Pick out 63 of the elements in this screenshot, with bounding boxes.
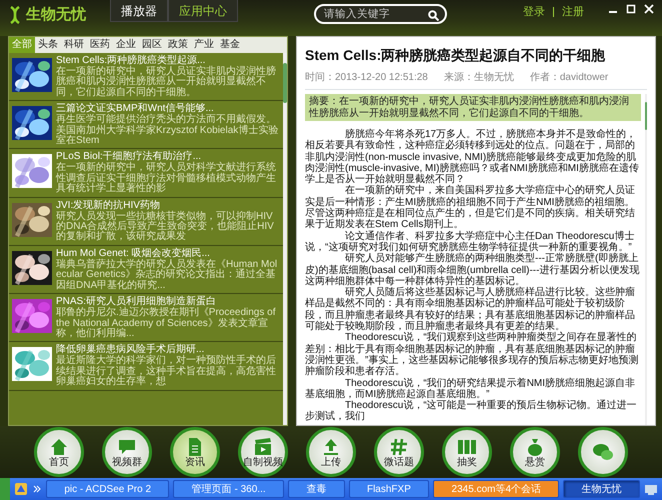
article-paragraph: 研究人员随后将这些基因标记与人膀胱癌样品进行比较。这些肿瘤样品是截然不同的：具有雨伞细胞基因标记的肿瘤样品可能处于较初级阶段，而且肿瘤患者最终具有较好的结果；具有基底细胞基因标记的肿瘤样品可能处于较晚期阶段，而且肿瘤患者最终具有更差的结果。 [305,287,635,332]
dock-button[interactable]: 视频群 [102,427,152,477]
scrollbar[interactable] [283,53,287,425]
account-link[interactable]: 注册 [562,4,584,20]
news-summary: 在一项新的研究中，研究人员证实非肌内浸润性膀胱癌和肌内浸润性膀胱癌从一开始就明显截然不同，它们起源自不同的干细胞。 [56,67,277,98]
app-logo-text: 生物无忧 [26,5,86,25]
article-paragraph: Theodorescu说，“我们的研究结果提示着NMI膀胱癌细胞起源自非基底细胞，而MI膀胱癌起源自基底细胞。” [305,378,636,400]
search-icon[interactable] [428,10,439,21]
maximize-icon[interactable] [626,4,636,14]
news-summary: 瑞典乌普萨拉大学的研究人员发表在《Human Molecular Genetics》杂志的研究论文指出：通过全基因组DNA甲基化的研究... [56,260,278,292]
category-tab[interactable]: 园区 [139,37,165,53]
account-link[interactable]: 登录 [523,4,545,20]
taskbar-item[interactable]: 管理页面 - 360... [173,480,284,498]
category-tab[interactable]: 产业 [191,37,217,53]
article-paragraph: Theodorescu说，“这可能是一种重要的预后生物标记物。通过进一步测试，我们 [305,400,638,423]
chat-icon [592,443,614,461]
article-title: Stem Cells:两种膀胱癌类型起源自不同的干细胞 [305,46,606,65]
hashtag-icon [389,436,409,456]
news-summary: 最近斯隆大学的科学家们，对一种预防性手术的后续结果进行了调查，这种手术旨在提高，高危害性卵巢癌妇女的生存率，想 [56,356,277,388]
chat-button[interactable] [578,427,628,477]
clapper-icon [253,436,273,456]
article-paragraph: 论文通信作者、科罗拉多大学癌症中心主任Dan Theodorescu博士说，“这项研究对我们如何研究膀胱癌生物学特征提供一种新的重要视角。” [305,230,634,253]
dock-button[interactable]: 微话题 [374,427,424,477]
app-launcher-icon[interactable] [14,482,28,496]
article-meta: 来源：生物无忧 [444,70,514,85]
article-paragraph: Theodorescu说，“我们观察到这些两种肿瘤类型之间存在显著性的差别：相比于具有雨伞细胞基因标记的肿瘤，具有基底细胞基因标记的肿瘤浸润性更强。”事实上，这些基因标记能够很多现存的预后标志物更好地预测肿瘤阶段和患者存活。 [305,332,640,378]
news-summary: 研究人员发现一些抗糖核苷类似物，可以抑制HIV的DNA合成然后导致产生致命突变，也能阻止HIV的复制和扩散，该研究成果发 [56,212,275,243]
search-field[interactable]: 请输入关键字 [314,4,447,24]
news-summary: 在一项新的研究中，研究人员对科学文献进行系统性调查后证实干细胞疗法对骨髓移植模式动物产生具有统计学上显著性的影 [56,163,277,195]
dock-button[interactable]: 悬赏 [510,427,560,477]
close-icon[interactable] [644,4,654,14]
home-icon [49,436,69,456]
dock-button[interactable]: 资讯 [170,427,220,477]
taskbar-item[interactable]: pic - ACDSee Pro 2 [46,480,170,498]
upload-icon [321,436,341,456]
dock-button[interactable]: 首页 [34,427,84,477]
news-summary: 再生医学可能提供治疗秃头的方法而不用戴假发。美国南加州大学科学家Krzysztof Kobielak博士实验室在Stem [56,115,280,146]
taskbar-item[interactable]: FlashFXP [348,480,430,498]
category-tab[interactable]: 医药 [87,37,113,53]
money-bag-icon [525,436,545,456]
article-paragraph: 膀胱癌今年将杀死17万多人。不过，膀胱癌本身并不是致命性的，相反若要具有致命性，这种癌症必须转移到远处的位点。问题在于，局部的非肌内浸润性(non-muscle invasive, NMI)膀胱癌能够最终变成更加危险的肌肉浸润性(muscle-invasive, MI)膀胱癌吗？或者NMI膀胱癌和MI膀胱癌在遗传学上是否从一开始就明显截然不同？ [305,129,640,186]
news-summary: 耶鲁的丹尼尔.迪迈尔教授在期刊《Proceedings of the National Academy of Sciences》发表文章宣称，他们利用编... [56,308,276,340]
app-tab[interactable]: 应用中心 [168,0,238,22]
article-abstract: 摘要：在一项新的研究中，研究人员证实非肌内浸润性膀胱癌和肌内浸润性膀胱癌从一开始就明显截然不同，它们起源自不同的干细胞。 [305,94,642,121]
news-title[interactable]: Stem Cells:两种膀胱癌类型起源... [56,55,280,67]
tray-icon[interactable] [644,482,658,496]
article-meta: 作者：davidtower [530,70,608,85]
category-tab[interactable]: 基金 [217,37,243,53]
dock-button[interactable]: 上传 [306,427,356,477]
article-meta: 时间：2013-12-20 12:51:28 [305,70,428,85]
dock-button[interactable]: 自制视频 [238,427,288,477]
category-tab[interactable]: 企业 [113,37,139,53]
news-title[interactable]: JVI:发现新的抗HIV药物 [56,200,280,212]
category-tab[interactable]: 科研 [61,37,87,53]
dock-button[interactable]: 抽奖 [442,427,492,477]
taskbar-item[interactable]: 生物无忧 [563,480,640,498]
taskbar-item[interactable]: 查毒 [288,480,345,498]
article-paragraph: 研究人员对能够产生膀胱癌的两种细胞类型---正常膀胱壁(即膀胱上皮)的基底细胞(basal cell)和雨伞细胞(umbrella cell)---进行基因分析以便发现这两种细胞群体中每一种群体特异性的基因标记。 [305,253,640,287]
app-tab[interactable]: 播放器 [110,0,168,22]
article-paragraph: 在一项新的研究中，来自美国科罗拉多大学癌症中心的研究人员证实是后一种情形：产生MI膀胱癌的祖细胞不同于产生NMI膀胱癌的祖细胞。尽管这两种癌症是在相同位点产生的，但是它们是不同的疾病。相关研究结果于近期发表在Stem Cells期刊上。 [305,185,636,230]
category-tab[interactable]: 政策 [165,37,191,53]
news-title[interactable]: Hum Mol Genet: 吸烟会改变烟民... [56,248,280,260]
category-tab[interactable]: 头条 [35,37,61,53]
